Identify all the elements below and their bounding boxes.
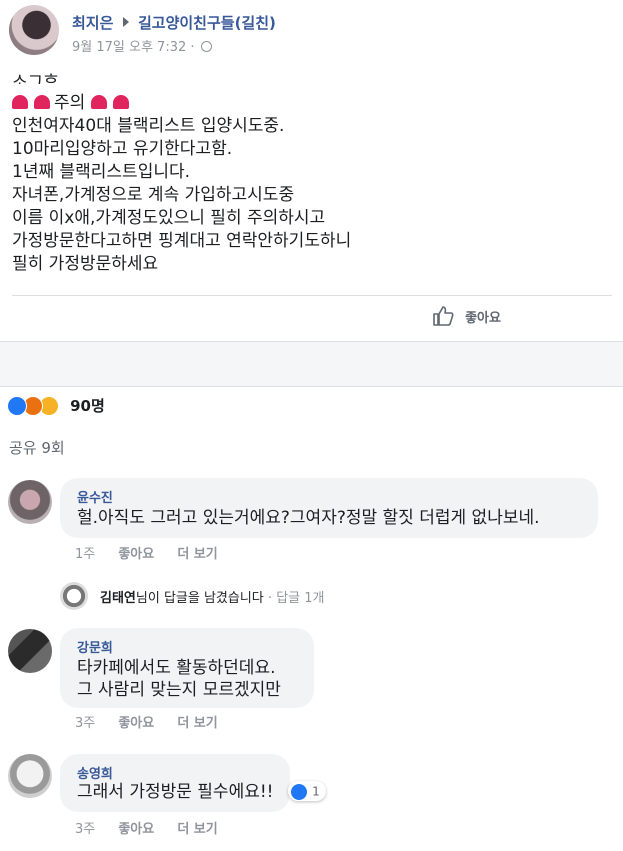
commenter-name[interactable]: 윤수진: [77, 487, 113, 506]
like-button[interactable]: 좋아요: [432, 305, 501, 331]
comment-text: 그래서 가정방문 필수에요!!: [77, 782, 274, 802]
reply-suffix: 님이 답글을 남겼습니다: [135, 591, 264, 606]
siren-icon: [91, 95, 108, 109]
siren-icon: [34, 95, 50, 109]
comment-bubble: 송영희 그래서 가정방문 필수에요!!: [60, 754, 290, 812]
comment-more-button[interactable]: 더 보기: [177, 716, 217, 731]
reply-count[interactable]: 답글 1개: [276, 591, 324, 606]
siren-icon: [113, 95, 130, 109]
comment-time[interactable]: 3주: [75, 716, 95, 731]
comment-reaction-count: 1: [312, 784, 320, 799]
divider: [12, 295, 612, 296]
comment-bubble: 강문희 타카페에서도 활동하던데요. 그 사람리 맞는지 모르겠지만: [60, 628, 314, 708]
comment-actions: 1주 좋아요 더 보기: [75, 543, 218, 562]
post-line: 1년째 블랙리스트입니다.: [12, 162, 191, 182]
like-icon: [291, 783, 307, 800]
caret-right-icon: [123, 17, 130, 27]
comment-more-button[interactable]: 더 보기: [177, 822, 217, 837]
post-line: 자녀폰,가계정으로 계속 가입하고시도중: [12, 185, 295, 205]
like-icon: [7, 395, 27, 416]
commenter-avatar[interactable]: [8, 629, 52, 673]
post-warning-line: 주의: [12, 92, 612, 115]
post-line: 인천여자40대 블랙리스트 입양시도중.: [12, 116, 285, 136]
group-name[interactable]: 길고양이친구들(길친): [138, 14, 276, 32]
post-line: 필히 가정방문하세요: [12, 254, 159, 274]
comment-time[interactable]: 3주: [75, 822, 95, 837]
shares-count[interactable]: 공유 9회: [9, 437, 65, 458]
post-meta: 9월 17일 오후 7:32 ·: [72, 36, 212, 55]
thumbs-up-icon: [433, 306, 454, 326]
comment-time[interactable]: 1주: [75, 547, 95, 562]
comment-like-button[interactable]: 좋아요: [118, 822, 154, 837]
separator-panel: [0, 341, 623, 387]
post-line: 이름 이x애,가계정도있으니 필히 주의하시고: [12, 208, 326, 228]
commenter-avatar[interactable]: [8, 480, 52, 524]
comment-text: 타카페에서도 활동하던데요.: [77, 658, 276, 678]
reply-author[interactable]: 김태연: [100, 591, 136, 606]
comment-actions: 3주 좋아요 더 보기: [75, 818, 218, 837]
like-button-label: 좋아요: [465, 310, 501, 326]
reaction-count: 90명: [70, 397, 105, 415]
reply-separator: ·: [267, 591, 273, 606]
commenter-avatar[interactable]: [8, 754, 52, 798]
comment-reaction-pill[interactable]: 1: [288, 781, 326, 801]
comment-bubble: 윤수진 헐.아직도 그러고 있는거에요?그여자?정말 할짓 더럽게 없나보네.: [60, 478, 598, 538]
comment-text: 그 사람리 맞는지 모르겠지만: [77, 680, 281, 700]
post-body: 소그후 주의 인천여자40대 블랙리스트 입양시도중. 10마리입양하고 유기한…: [12, 72, 612, 276]
author-avatar[interactable]: [9, 5, 59, 55]
comment-actions: 3주 좋아요 더 보기: [75, 712, 218, 731]
warning-text: 주의: [54, 93, 86, 113]
reactions-summary[interactable]: 90명: [7, 395, 105, 417]
commenter-name[interactable]: 송영희: [77, 763, 113, 782]
post-line: 10마리입양하고 유기한다고함.: [12, 139, 233, 159]
reply-summary[interactable]: 김태연님이 답글을 남겼습니다 · 답글 1개: [100, 587, 324, 606]
comment-text: 헐.아직도 그러고 있는거에요?그여자?정말 할짓 더럽게 없나보네.: [77, 508, 540, 528]
author-name[interactable]: 최지은: [72, 14, 113, 32]
siren-icon: [12, 95, 28, 109]
post-cut-line: 소그후: [12, 73, 59, 84]
comment-more-button[interactable]: 더 보기: [177, 547, 217, 562]
post-timestamp[interactable]: 9월 17일 오후 7:32: [72, 40, 186, 55]
commenter-name[interactable]: 강문희: [77, 637, 113, 656]
post-line: 가정방문한다고하면 핑계대고 연락안하기도하니: [12, 231, 352, 251]
comment-like-button[interactable]: 좋아요: [118, 716, 154, 731]
post-header-title: 최지은 길고양이친구들(길친): [72, 12, 276, 33]
meta-separator: ·: [190, 40, 195, 55]
reply-avatar[interactable]: [60, 582, 88, 610]
globe-icon: [200, 41, 212, 52]
comment-like-button[interactable]: 좋아요: [118, 547, 154, 562]
